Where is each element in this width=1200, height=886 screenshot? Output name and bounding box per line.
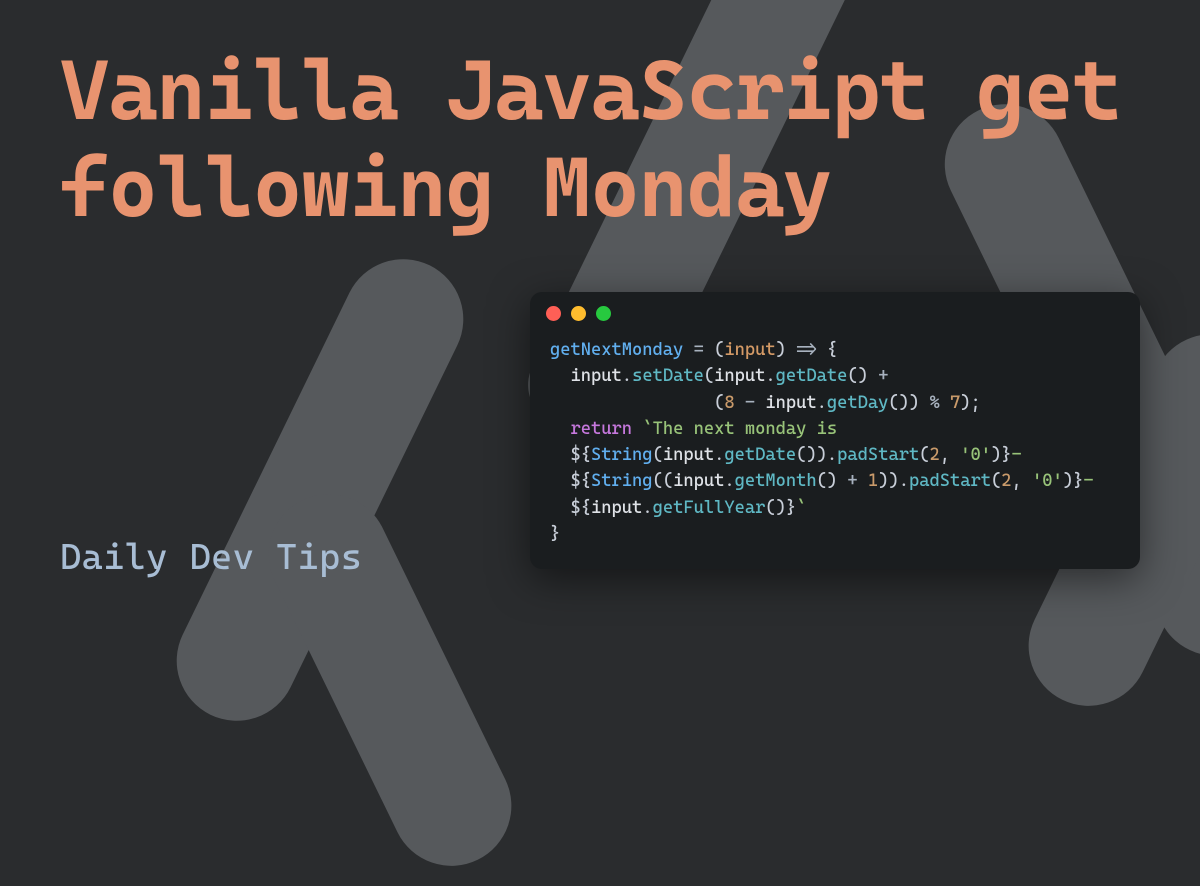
code-content: getNextMonday = (input) => { input.setDa… <box>530 331 1140 555</box>
maximize-icon <box>596 306 611 321</box>
code-fn-name: getNextMonday <box>550 340 683 360</box>
site-name: Daily Dev Tips <box>60 537 362 578</box>
code-param: input <box>724 340 775 360</box>
code-snippet-window: getNextMonday = (input) => { input.setDa… <box>530 292 1140 569</box>
page-title: Vanilla JavaScript get following Monday <box>60 42 1200 235</box>
close-icon <box>546 306 561 321</box>
window-traffic-lights <box>530 292 1140 331</box>
minimize-icon <box>571 306 586 321</box>
